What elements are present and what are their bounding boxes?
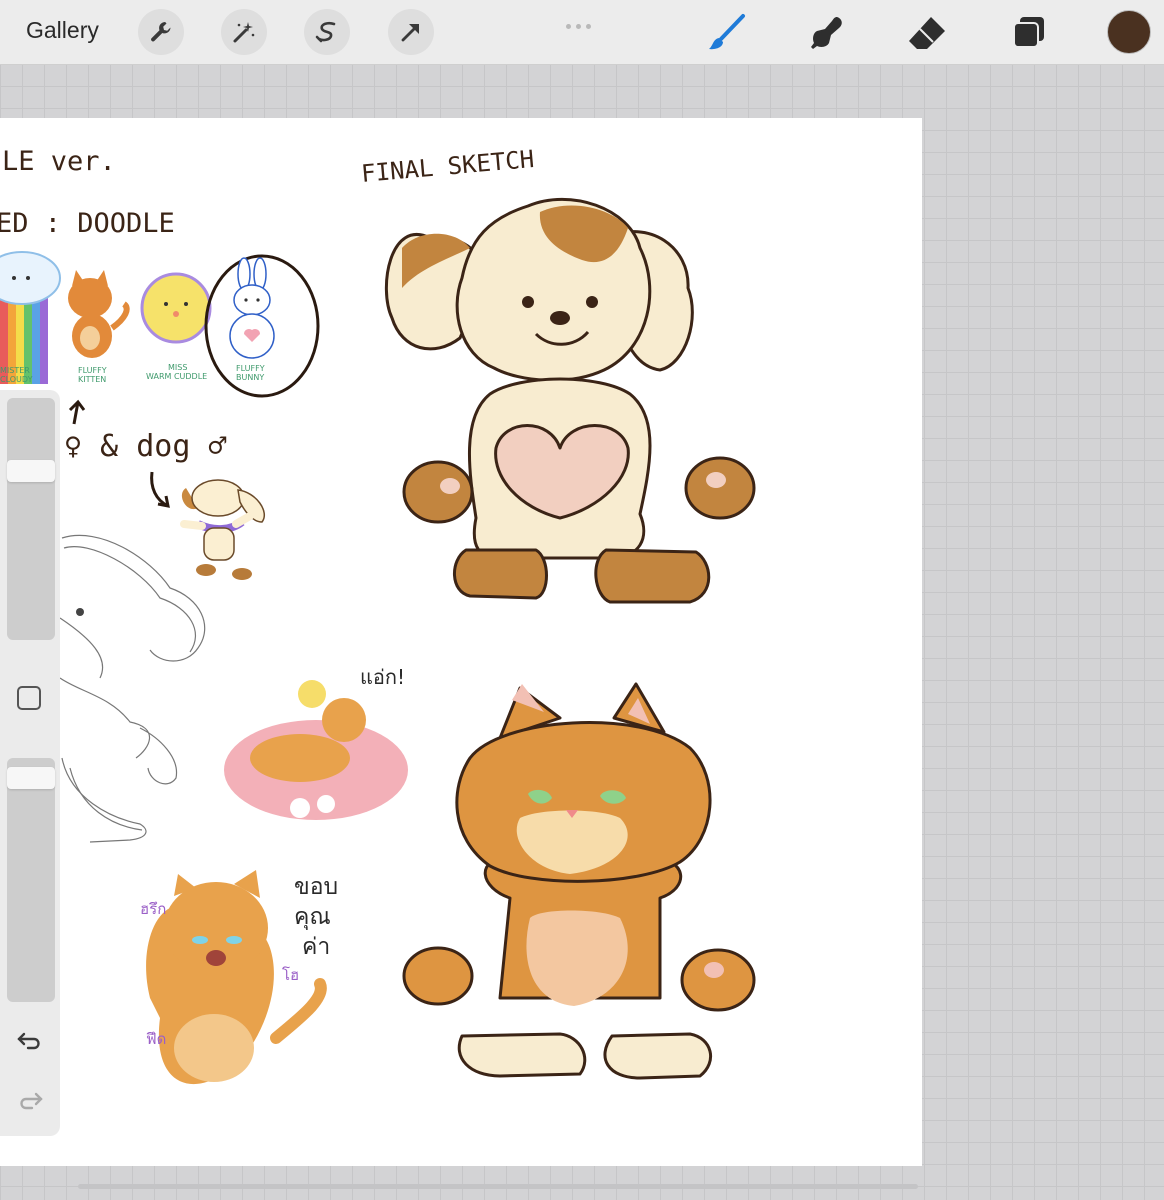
transform-arrow-icon[interactable] [388,9,434,55]
label-miss: MISS [168,363,187,372]
header-left-text: LE ver. [2,146,116,177]
thai-sob-text: ฮรึก [140,900,166,918]
label-warm-cuddle: WARM CUDDLE [146,372,207,381]
undo-arrow-icon[interactable] [16,1028,44,1052]
layers-icon[interactable] [1008,12,1050,54]
thai-sniff-text: ฟึด [146,1030,167,1048]
artwork: LE ver. FINAL SKETCH ED : DOODLE MISTER … [0,145,756,1085]
fluffy-kitten-doodle [68,270,130,358]
eraser-icon[interactable] [906,12,948,54]
brush-size-slider[interactable] [7,398,55,640]
thai-cry-text: โฮ [282,966,299,984]
final-dog-illustration [384,197,756,604]
pencil-sketch [59,534,206,843]
final-sketch-title: FINAL SKETCH [360,145,535,188]
smudge-icon[interactable] [806,12,848,54]
thai-thanks-1: ขอบ [294,874,338,900]
miss-warm-cuddle-doodle [140,272,212,344]
left-sidebar [0,390,60,1136]
current-color-swatch[interactable] [1107,10,1151,54]
window-grab-handle[interactable] [566,14,600,29]
mister-cloudy-doodle [0,251,61,384]
label-bunny: BUNNY [236,373,264,382]
label-kitten: KITTEN [78,375,106,384]
opacity-slider[interactable] [7,758,55,1002]
selection-icon[interactable] [304,9,350,55]
top-toolbar: Gallery [0,0,1164,65]
thai-thanks-3: ค่า [302,934,330,960]
gallery-button[interactable]: Gallery [26,17,99,44]
drawing-canvas[interactable]: LE ver. FINAL SKETCH ED : DOODLE MISTER … [0,118,922,1166]
brush-size-slider-thumb[interactable] [7,460,55,482]
label-cloudy: CLOUDY [0,375,33,384]
redo-arrow-icon[interactable] [16,1088,44,1112]
opacity-slider-thumb[interactable] [7,767,55,789]
thai-exclaim-text: แอ่ก! [360,665,405,689]
wrench-icon[interactable] [138,9,184,55]
horizontal-scroll-indicator [78,1184,918,1189]
label-fluffy-1: FLUFFY [78,366,107,375]
magic-wand-icon[interactable] [221,9,267,55]
final-cat-illustration [402,682,756,1080]
label-mister: MISTER [0,366,30,375]
modify-button-square-icon[interactable] [17,686,41,710]
thai-thanks-2: คุณ [294,904,331,930]
gender-note: ♀ & dog ♂ [64,429,227,464]
heart-pile-cat-doodle [224,680,408,820]
doodle-header-text: ED : DOODLE [0,208,175,239]
label-fluffy-2: FLUFFY [236,364,265,373]
small-dog-doodle [180,479,265,580]
brush-icon[interactable] [706,12,748,54]
